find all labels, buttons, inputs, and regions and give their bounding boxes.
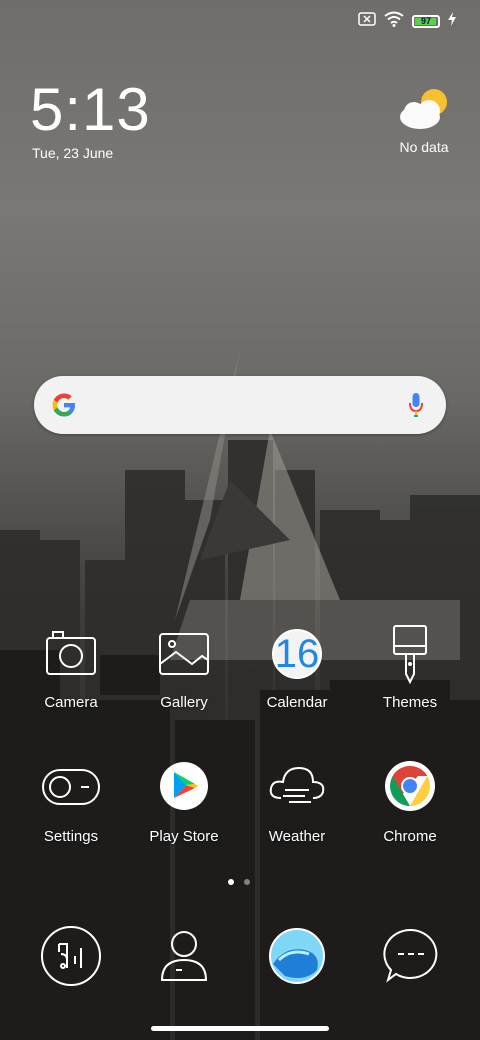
battery-icon: 97 xyxy=(412,14,440,28)
app-play-store[interactable]: Play Store xyxy=(129,758,239,845)
app-label: Chrome xyxy=(383,828,437,845)
weather-widget[interactable]: No data xyxy=(392,86,456,155)
cloud-sun-icon xyxy=(396,89,452,136)
play-store-icon xyxy=(152,758,216,822)
phone-icon xyxy=(39,924,103,988)
settings-icon xyxy=(39,758,103,822)
app-label: Themes xyxy=(382,694,438,711)
chrome-icon xyxy=(378,758,442,822)
dock-browser[interactable] xyxy=(242,924,352,988)
google-search-bar[interactable] xyxy=(34,376,446,434)
battery-level: 97 xyxy=(420,15,431,26)
gallery-icon xyxy=(152,624,216,688)
browser-icon xyxy=(265,924,329,988)
page-dot[interactable] xyxy=(244,879,250,885)
app-label: Calendar xyxy=(266,694,328,711)
themes-icon xyxy=(378,624,442,688)
app-themes[interactable]: Themes xyxy=(355,624,465,711)
microphone-icon[interactable] xyxy=(408,392,424,423)
weather-icon xyxy=(265,758,329,822)
charging-icon xyxy=(448,11,456,31)
messages-icon xyxy=(378,924,442,988)
calendar-icon: 16 xyxy=(265,624,329,688)
clock-date[interactable]: Tue, 23 June xyxy=(32,145,113,161)
app-weather[interactable]: Weather xyxy=(242,758,352,845)
clock-time[interactable]: 5:13 xyxy=(30,80,151,140)
dock-phone[interactable] xyxy=(16,924,126,988)
status-bar: 97 xyxy=(358,8,456,34)
wifi-icon xyxy=(384,11,404,32)
home-gesture-bar[interactable] xyxy=(151,1026,329,1031)
app-label: Weather xyxy=(268,828,326,845)
page-indicator xyxy=(228,879,250,885)
app-gallery[interactable]: Gallery xyxy=(129,624,239,711)
google-g-icon xyxy=(50,391,78,424)
dock-messages[interactable] xyxy=(355,924,465,988)
app-label: Play Store xyxy=(149,828,219,845)
weather-label: No data xyxy=(399,139,449,155)
page-dot-active[interactable] xyxy=(228,879,234,885)
app-chrome[interactable]: Chrome xyxy=(355,758,465,845)
app-label: Gallery xyxy=(160,694,208,711)
calendar-day: 16 xyxy=(274,632,320,676)
app-calendar[interactable]: 16 Calendar xyxy=(242,624,352,711)
app-camera[interactable]: Camera xyxy=(16,624,126,711)
app-label: Settings xyxy=(43,828,99,845)
app-settings[interactable]: Settings xyxy=(16,758,126,845)
app-label: Camera xyxy=(44,694,98,711)
dock-contacts[interactable] xyxy=(129,924,239,988)
sim-x-icon xyxy=(358,11,376,31)
contacts-icon xyxy=(152,924,216,988)
camera-icon xyxy=(39,624,103,688)
